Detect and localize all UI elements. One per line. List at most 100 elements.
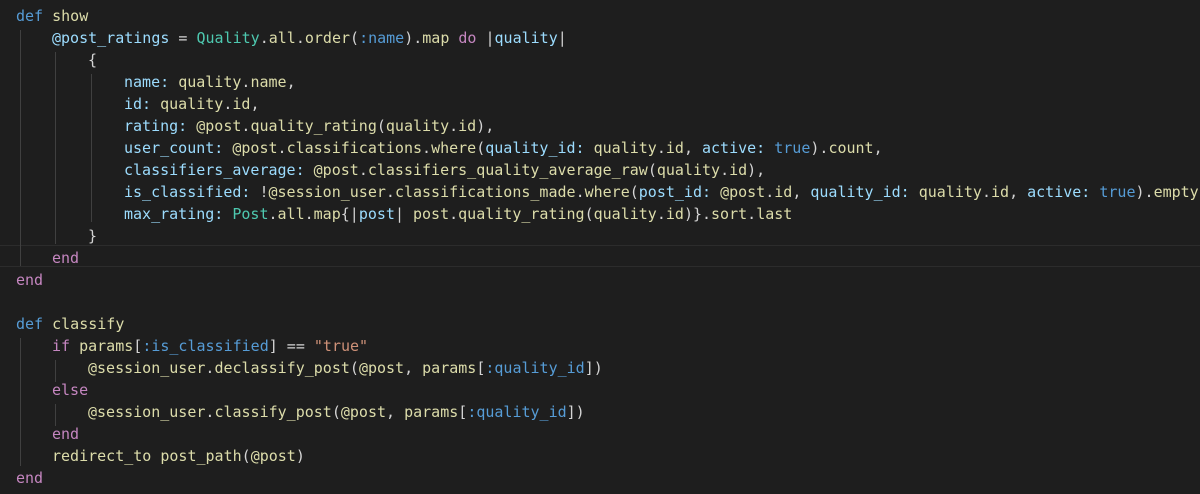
- code-token: ,: [1009, 183, 1028, 201]
- code-line[interactable]: end: [16, 467, 43, 489]
- code-token: classify: [52, 315, 125, 333]
- code-token: [: [458, 403, 468, 421]
- code-token: id: [458, 117, 477, 135]
- code-token: .: [385, 183, 395, 201]
- code-token: end: [16, 469, 44, 487]
- code-token: quality: [178, 73, 242, 91]
- code-token: classifiers_average:: [124, 161, 305, 179]
- code-token: id: [729, 161, 748, 179]
- code-token: where: [431, 139, 477, 157]
- code-token: ,: [250, 95, 260, 113]
- code-token: post_id:: [638, 183, 712, 201]
- code-line[interactable]: redirect_to post_path(@post): [52, 445, 305, 467]
- code-line[interactable]: id: quality.id,: [124, 93, 259, 115]
- code-token: @session_user: [268, 183, 386, 201]
- code-token: id: [774, 183, 793, 201]
- code-token: @session_user: [88, 403, 206, 421]
- code-token: map: [422, 29, 450, 47]
- code-line[interactable]: max_rating: Post.all.map{|post| post.qua…: [124, 203, 792, 225]
- code-line[interactable]: user_count: @post.classifications.where(…: [124, 137, 883, 159]
- code-token: (: [584, 205, 594, 223]
- code-line[interactable]: @post_ratings = Quality.all.order(:name)…: [52, 27, 567, 49]
- code-token: def: [16, 7, 44, 25]
- code-token: id: [991, 183, 1010, 201]
- code-line[interactable]: rating: @post.quality_rating(quality.id)…: [124, 115, 494, 137]
- code-line[interactable]: end: [52, 247, 79, 269]
- code-token: quality: [593, 139, 657, 157]
- code-line[interactable]: }: [88, 225, 97, 247]
- code-token: }: [88, 227, 98, 245]
- code-token: .: [720, 161, 730, 179]
- code-token: where: [584, 183, 630, 201]
- code-editor[interactable]: def show @post_ratings = Quality.all.orde…: [0, 0, 1200, 494]
- code-token: active:: [702, 139, 766, 157]
- code-token: @post_ratings: [52, 29, 170, 47]
- code-token: @post: [313, 161, 359, 179]
- code-token: ),: [476, 117, 495, 135]
- code-token: =: [169, 29, 197, 47]
- code-token: empty?: [1153, 183, 1200, 201]
- code-token: (: [331, 403, 341, 421]
- code-token: :quality_id: [467, 403, 567, 421]
- code-line[interactable]: def show: [16, 5, 88, 27]
- code-token: .: [449, 205, 459, 223]
- code-line[interactable]: name: quality.name,: [124, 71, 296, 93]
- code-token: ).: [810, 139, 829, 157]
- code-token: quality_rating: [458, 205, 585, 223]
- code-line[interactable]: def classify: [16, 313, 124, 335]
- code-token: "true": [313, 337, 369, 355]
- code-token: ,: [386, 403, 405, 421]
- code-line[interactable]: @session_user.classify_post(@post, param…: [88, 401, 585, 423]
- code-token: declassify_post: [214, 359, 350, 377]
- code-token: ).: [1135, 183, 1154, 201]
- code-token: .: [304, 205, 314, 223]
- code-line[interactable]: @session_user.declassify_post(@post, par…: [88, 357, 603, 379]
- code-token: @post: [358, 359, 405, 377]
- code-token: post: [358, 205, 395, 223]
- code-token: end: [52, 425, 80, 443]
- code-token: |: [394, 205, 413, 223]
- code-token: (: [629, 183, 639, 201]
- code-token: id: [665, 205, 684, 223]
- code-token: .: [449, 117, 459, 135]
- code-token: map: [313, 205, 341, 223]
- code-line[interactable]: is_classified: !@session_user.classifica…: [124, 181, 1200, 203]
- code-token: max_rating:: [124, 205, 224, 223]
- code-token: active:: [1027, 183, 1091, 201]
- code-token: name: [250, 73, 287, 91]
- code-token: Post: [232, 205, 269, 223]
- code-token: order: [304, 29, 351, 47]
- code-line[interactable]: end: [16, 269, 43, 291]
- code-token: .: [656, 139, 666, 157]
- code-line[interactable]: else: [52, 379, 88, 401]
- code-line[interactable]: {: [88, 49, 97, 71]
- current-line-highlight: [0, 245, 1200, 267]
- code-token: show: [52, 7, 89, 25]
- code-token: quality_id:: [485, 139, 585, 157]
- code-token: true: [1099, 183, 1136, 201]
- code-token: quality: [494, 29, 558, 47]
- code-token: ),: [747, 161, 766, 179]
- code-line[interactable]: if params[:is_classified] == "true": [52, 335, 368, 357]
- code-token: {: [88, 51, 98, 69]
- code-token: .: [259, 29, 269, 47]
- code-token: @post: [340, 403, 387, 421]
- code-token: .: [747, 205, 757, 223]
- code-token: .: [295, 29, 305, 47]
- code-token: ,: [792, 183, 811, 201]
- code-token: ,: [286, 73, 296, 91]
- code-token: (: [647, 161, 657, 179]
- code-line[interactable]: end: [52, 423, 79, 445]
- code-token: ] ==: [268, 337, 314, 355]
- code-token: (: [349, 359, 359, 377]
- indent-guide: [91, 74, 92, 222]
- code-token: (: [376, 117, 386, 135]
- code-line[interactable]: classifiers_average: @post.classifiers_q…: [124, 159, 765, 181]
- code-token: {|: [340, 205, 359, 223]
- code-token: sort: [711, 205, 748, 223]
- code-token: all: [268, 29, 296, 47]
- code-token: @post: [720, 183, 766, 201]
